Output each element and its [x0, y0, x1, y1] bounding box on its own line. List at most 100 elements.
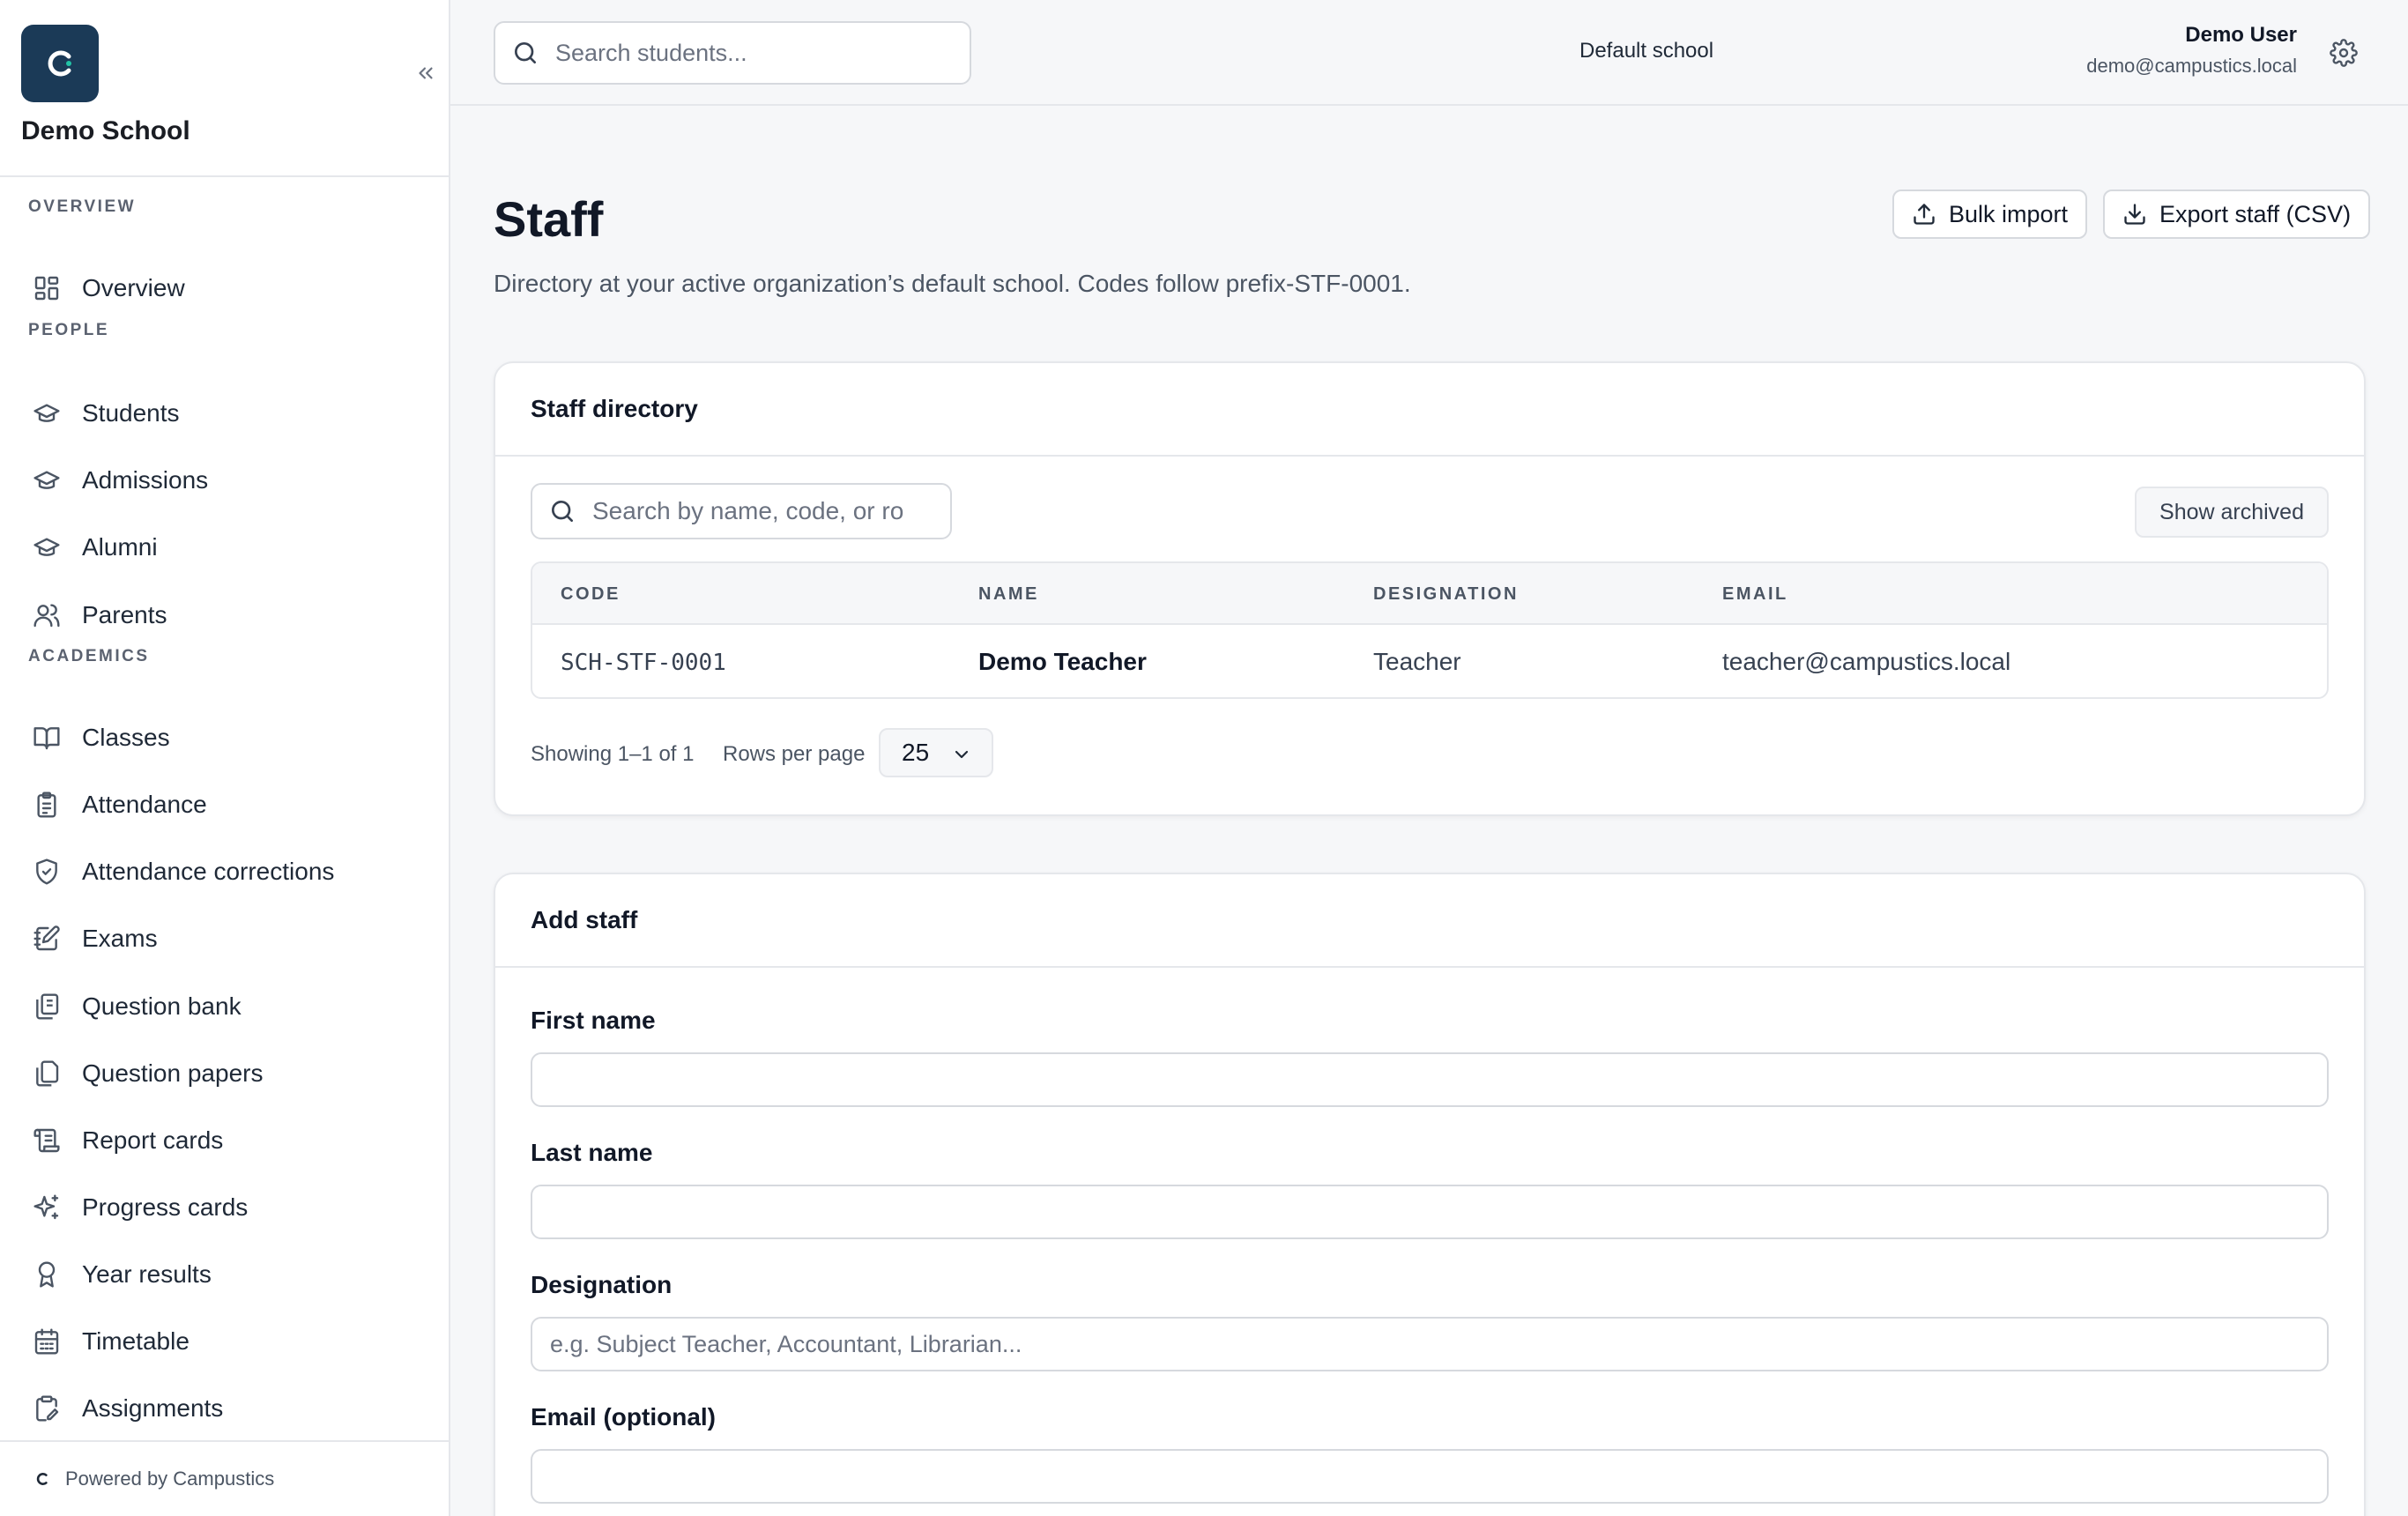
sidebar-item-classes[interactable]: Classes [16, 710, 434, 766]
graduation-cap-icon [32, 532, 62, 562]
school-name: Demo School [21, 116, 190, 145]
add-staff-card: Add staff First name Last name Designati… [494, 873, 2366, 1516]
library-icon [32, 992, 62, 1022]
card-header: Add staff [495, 874, 2364, 968]
sidebar-item-alumni[interactable]: Alumni [16, 519, 434, 576]
staff-directory-card: Staff directory Search by name, code, or… [494, 361, 2366, 816]
gear-icon [2330, 39, 2358, 67]
sidebar-item-label: Students [82, 399, 180, 427]
sidebar-item-label: Alumni [82, 533, 158, 561]
first-name-label: First name [531, 1007, 656, 1034]
staff-designation: Teacher [1373, 648, 1461, 675]
sidebar-item-label: Report cards [82, 1126, 224, 1154]
campustics-logo-icon [36, 1473, 48, 1485]
sidebar-item-parents[interactable]: Parents [16, 587, 434, 643]
topbar: Search students... Default school Demo U… [450, 0, 2408, 106]
clipboard-pen-icon [32, 1393, 62, 1423]
logo-mark-icon [48, 50, 71, 77]
settings-button[interactable] [2323, 32, 2365, 74]
graduation-cap-icon [32, 465, 62, 495]
export-staff-button[interactable]: Export staff (CSV) [2103, 190, 2371, 239]
card-title: Add staff [531, 906, 638, 933]
bulk-import-label: Bulk import [1949, 200, 2069, 227]
book-open-icon [32, 723, 62, 753]
sidebar-item-label: Assignments [82, 1394, 224, 1422]
sidebar-nav: OVERVIEW Overview PEOPLE Students Admiss… [0, 177, 449, 1441]
sidebar-item-attendance-corrections[interactable]: Attendance corrections [16, 843, 434, 900]
brand: Demo School [21, 25, 433, 175]
nav-section-overview: OVERVIEW [28, 197, 137, 216]
first-name-field[interactable] [531, 1052, 2329, 1107]
sidebar-item-label: Question bank [82, 992, 242, 1020]
graduation-cap-icon [32, 398, 62, 428]
bulk-import-button[interactable]: Bulk import [1892, 190, 2088, 239]
nav-section-academics: ACADEMICS [28, 647, 150, 665]
users-icon [32, 600, 62, 630]
column-header-name[interactable]: NAME [978, 584, 1039, 605]
copy-icon [32, 1059, 62, 1089]
shield-check-icon [32, 857, 62, 887]
sidebar-item-label: Parents [82, 601, 167, 628]
sidebar-item-label: Question papers [82, 1059, 264, 1087]
user-menu[interactable]: Demo User demo@campustics.local [2086, 23, 2297, 78]
search-icon [552, 501, 573, 522]
designation-field[interactable]: e.g. Subject Teacher, Accountant, Librar… [531, 1317, 2329, 1371]
school-switcher[interactable]: Default school [1579, 39, 1713, 63]
showing-count: Showing 1–1 of 1 [531, 742, 695, 766]
sidebar-item-label: Admissions [82, 466, 209, 494]
sidebar: Demo School OVERVIEW Overview PEOPLE Stu… [0, 0, 450, 1516]
email-label: Email (optional) [531, 1403, 716, 1431]
award-icon [32, 1260, 62, 1289]
column-header-designation[interactable]: DESIGNATION [1373, 584, 1519, 605]
column-header-code[interactable]: CODE [561, 584, 621, 605]
download-icon [2122, 202, 2147, 227]
sidebar-item-label: Timetable [82, 1327, 190, 1355]
page-description: Directory at your active organization’s … [494, 270, 1411, 297]
staff-code: SCH-STF-0001 [561, 650, 726, 676]
sidebar-item-assignments[interactable]: Assignments [16, 1380, 434, 1437]
column-header-email[interactable]: EMAIL [1722, 584, 1788, 605]
sparkles-icon [32, 1193, 62, 1222]
sidebar-item-label: Attendance [82, 791, 207, 818]
chevrons-left-icon [419, 67, 433, 79]
student-search-input[interactable]: Search students... [494, 21, 971, 85]
sidebar-item-report-cards[interactable]: Report cards [16, 1112, 434, 1169]
sidebar-item-overview[interactable]: Overview [16, 260, 434, 316]
powered-by-text: Powered by Campustics [65, 1468, 275, 1490]
sidebar-item-timetable[interactable]: Timetable [16, 1313, 434, 1370]
sidebar-item-label: Exams [82, 925, 158, 952]
staff-name: Demo Teacher [978, 648, 1147, 675]
collapse-sidebar-button[interactable] [407, 55, 444, 92]
sidebar-item-question-bank[interactable]: Question bank [16, 978, 434, 1035]
email-field[interactable] [531, 1449, 2329, 1504]
sidebar-item-progress-cards[interactable]: Progress cards [16, 1179, 434, 1236]
sidebar-item-label: Classes [82, 724, 170, 751]
sidebar-item-exams[interactable]: Exams [16, 910, 434, 967]
table-row[interactable]: SCH-STF-0001 Demo Teacher Teacher teache… [532, 627, 2327, 697]
sidebar-item-attendance[interactable]: Attendance [16, 777, 434, 833]
sidebar-item-label: Progress cards [82, 1193, 249, 1221]
rows-per-page-value: 25 [902, 739, 930, 766]
designation-label: Designation [531, 1271, 673, 1298]
upload-icon [1912, 202, 1936, 227]
user-name: Demo User [2185, 23, 2297, 47]
export-staff-label: Export staff (CSV) [2159, 200, 2352, 227]
staff-table: CODE NAME DESIGNATION EMAIL SCH-STF-0001… [531, 561, 2329, 699]
card-header: Staff directory [495, 363, 2364, 457]
sidebar-item-year-results[interactable]: Year results [16, 1246, 434, 1303]
sidebar-item-label: Overview [82, 274, 185, 301]
sidebar-item-label: Attendance corrections [82, 858, 335, 885]
staff-search-input[interactable]: Search by name, code, or ro [531, 483, 952, 539]
last-name-field[interactable] [531, 1185, 2329, 1239]
rows-per-page-select[interactable]: 25 [879, 728, 993, 777]
sidebar-item-question-papers[interactable]: Question papers [16, 1045, 434, 1102]
nav-section-people: PEOPLE [28, 321, 110, 339]
school-logo [21, 25, 99, 102]
last-name-label: Last name [531, 1139, 653, 1166]
sidebar-item-students[interactable]: Students [16, 385, 434, 442]
sidebar-item-admissions[interactable]: Admissions [16, 452, 434, 509]
show-archived-button[interactable]: Show archived [2135, 487, 2329, 538]
user-email: demo@campustics.local [2086, 55, 2297, 77]
sidebar-footer: Powered by Campustics [0, 1440, 449, 1516]
layout-dashboard-icon [32, 273, 62, 303]
